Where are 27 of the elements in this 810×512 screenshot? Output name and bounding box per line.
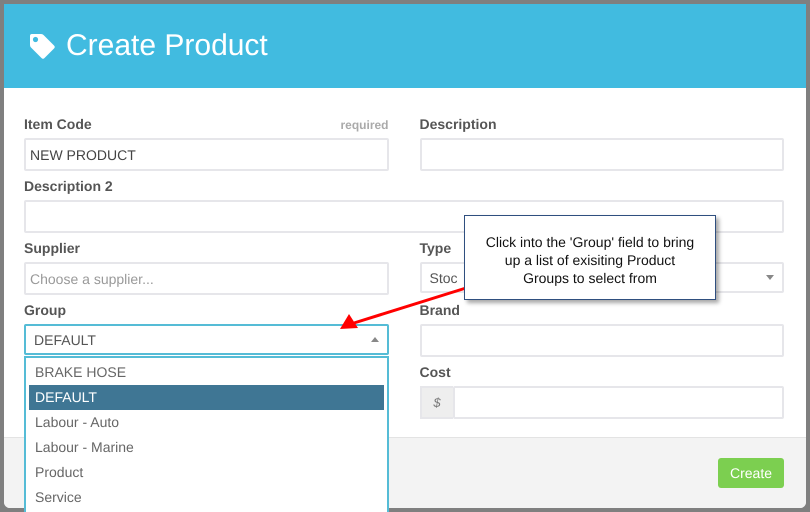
currency-addon: $ [420, 386, 452, 419]
dropdown-option[interactable]: BRAKE HOSE [29, 360, 384, 385]
dropdown-option[interactable]: Labour - Marine [29, 435, 384, 460]
dropdown-field[interactable]: DEFAULT [24, 324, 388, 355]
required-hint: required [340, 118, 388, 132]
caret-icon [370, 337, 378, 342]
field-label: Group [24, 302, 66, 318]
dropdown-option[interactable]: Service [29, 485, 384, 510]
text-field[interactable]: NEW PRODUCT [24, 138, 388, 171]
field-label: Type [420, 240, 452, 256]
field-label: Brand [420, 302, 460, 318]
tag-icon [28, 32, 56, 60]
dropdown-option[interactable]: Product [29, 460, 384, 485]
callout-tooltip: Click into the 'Group' field to bring up a list of exisiting Product Groups to select from [464, 215, 716, 300]
text-field[interactable] [420, 324, 784, 357]
field-label: Cost [420, 364, 451, 380]
caret-icon [766, 275, 774, 280]
text-field[interactable] [420, 138, 784, 171]
field-label: Item Code [24, 116, 92, 132]
field-label: Description 2 [24, 178, 113, 194]
field-label: Supplier [24, 240, 80, 256]
dropdown-option[interactable]: DEFAULT [29, 385, 384, 410]
dropdown-option[interactable]: Labour - Auto [29, 410, 384, 435]
field-label: Description [420, 116, 497, 132]
text-field[interactable]: Choose a supplier... [24, 262, 388, 295]
text-field[interactable] [452, 386, 784, 419]
dialog-title: Create Product [66, 29, 268, 63]
